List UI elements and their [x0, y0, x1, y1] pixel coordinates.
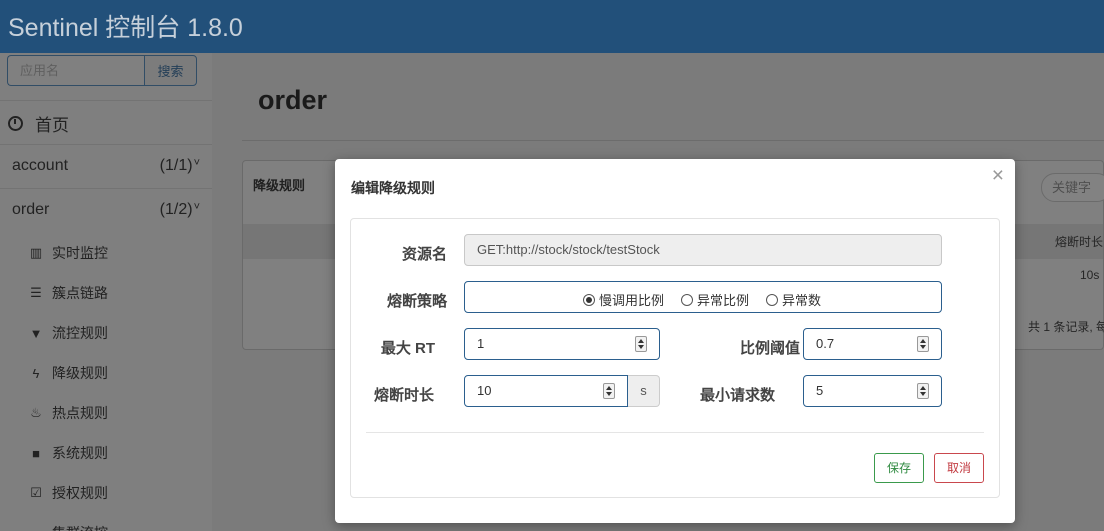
sidebar-item-label: 簇点链路	[52, 285, 108, 301]
save-button[interactable]: 保存	[874, 453, 924, 483]
app-search: 搜索	[7, 55, 197, 86]
edit-degrade-rule-dialog: 编辑降级规则 × 资源名 GET:http://stock/stock/test…	[335, 159, 1015, 523]
divider	[0, 188, 212, 189]
ratio-threshold-input[interactable]: 0.7	[803, 328, 942, 360]
app-name: order	[12, 201, 50, 218]
lock-icon: ■	[32, 445, 40, 461]
app-name: account	[12, 157, 69, 174]
min-requests-value: 5	[816, 383, 824, 398]
radio-slow-ratio[interactable]: 慢调用比例	[583, 290, 664, 309]
table-cell: 10s	[1080, 268, 1100, 282]
sidebar-app-account[interactable]: account (1/1)˅	[12, 157, 200, 175]
app-search-input[interactable]	[7, 55, 145, 86]
chevron-down-icon: ˅	[193, 157, 200, 169]
panel-title: 降级规则	[253, 178, 306, 193]
sidebar-app-order[interactable]: order (1/2)˅	[12, 201, 200, 219]
cloud-icon: ☁	[28, 525, 44, 531]
rule-form: 资源名 GET:http://stock/stock/testStock 熔断策…	[350, 218, 1000, 498]
sidebar-item-home[interactable]: 首页	[8, 111, 69, 136]
chevron-down-icon: ˅	[193, 201, 200, 213]
divider	[366, 432, 984, 433]
divider	[242, 140, 1104, 141]
sidebar-item-cluster-point[interactable]: ☰ 簇点链路	[28, 283, 108, 303]
page-title: order	[258, 85, 328, 115]
radio-error-ratio[interactable]: 异常比例	[681, 290, 749, 309]
pagination-summary: 共 1 条记录, 每	[1028, 320, 1104, 334]
min-requests-input[interactable]: 5	[803, 375, 942, 407]
app-title: Sentinel 控制台 1.8.0	[8, 14, 243, 42]
sidebar-item-cluster-flow[interactable]: ☁ 集群流控	[28, 523, 109, 531]
top-header: Sentinel 控制台 1.8.0	[0, 0, 1104, 53]
sidebar-item-degrade-rules[interactable]: ϟ 降级规则	[28, 363, 108, 383]
duration-unit-addon: s	[628, 375, 660, 407]
dashboard-icon	[8, 116, 23, 131]
sidebar-item-hotspot-rules[interactable]: ♨ 热点规则	[28, 403, 108, 423]
cancel-button[interactable]: 取消	[934, 453, 984, 483]
radio-label: 异常比例	[697, 293, 750, 308]
ratio-threshold-label: 比例阈值	[739, 340, 800, 357]
sidebar-item-authority-rules[interactable]: ☑ 授权规则	[28, 483, 108, 503]
keyword-search-input[interactable]: 关键字	[1041, 173, 1104, 202]
strategy-label: 熔断策略	[386, 293, 447, 310]
sidebar-item-label: 集群流控	[52, 523, 108, 531]
filter-icon: ▼	[29, 325, 43, 341]
sidebar-item-label: 热点规则	[52, 405, 108, 421]
max-rt-input[interactable]: 1	[464, 328, 660, 360]
radio-unchecked-icon	[766, 293, 778, 306]
app-count: (1/2)	[159, 201, 193, 218]
close-icon[interactable]: ×	[992, 164, 1004, 188]
sidebar: 搜索 首页 account (1/1)˅ order (1/2)˅ ▥ 实时监控…	[0, 53, 212, 531]
sidebar-item-label: 授权规则	[52, 485, 108, 501]
sidebar-item-label: 系统规则	[52, 445, 108, 461]
strategy-radio-group: 慢调用比例 异常比例 异常数	[464, 281, 942, 313]
search-button[interactable]: 搜索	[144, 55, 197, 86]
radio-unchecked-icon	[681, 293, 693, 306]
dialog-title: 编辑降级规则	[351, 180, 435, 196]
sidebar-item-label: 实时监控	[52, 245, 108, 261]
max-rt-label: 最大 RT	[380, 340, 435, 357]
ratio-threshold-value: 0.7	[816, 336, 835, 351]
flash-icon: ϟ	[32, 365, 40, 381]
spinner-icon[interactable]	[603, 383, 615, 399]
sidebar-item-system-rules[interactable]: ■ 系统规则	[28, 443, 108, 463]
radio-label: 异常数	[782, 293, 822, 308]
radio-label: 慢调用比例	[599, 293, 665, 308]
check-icon: ☑	[30, 485, 42, 500]
spinner-icon[interactable]	[917, 383, 929, 399]
min-requests-label: 最小请求数	[699, 387, 775, 404]
sidebar-item-label: 降级规则	[52, 365, 108, 381]
spinner-icon[interactable]	[917, 336, 929, 352]
spinner-icon[interactable]	[635, 336, 647, 352]
column-header-duration: 熔断时长	[1055, 235, 1104, 249]
radio-error-count[interactable]: 异常数	[766, 290, 821, 309]
divider	[0, 144, 212, 145]
app-count: (1/1)	[159, 157, 193, 174]
duration-value: 10	[477, 383, 492, 398]
sidebar-item-label: 首页	[35, 116, 69, 135]
list-icon: ☰	[30, 285, 42, 300]
sidebar-item-realtime-monitor[interactable]: ▥ 实时监控	[28, 243, 108, 263]
divider	[0, 100, 212, 101]
duration-label: 熔断时长	[373, 387, 434, 404]
sidebar-item-label: 流控规则	[52, 325, 108, 341]
resource-label: 资源名	[401, 246, 447, 263]
max-rt-value: 1	[477, 336, 485, 351]
sidebar-item-flow-rules[interactable]: ▼ 流控规则	[28, 323, 108, 343]
bar-chart-icon: ▥	[29, 245, 43, 260]
duration-input[interactable]: 10	[464, 375, 628, 407]
fire-icon: ♨	[30, 405, 42, 420]
resource-field: GET:http://stock/stock/testStock	[464, 234, 942, 266]
radio-checked-icon	[583, 293, 595, 306]
